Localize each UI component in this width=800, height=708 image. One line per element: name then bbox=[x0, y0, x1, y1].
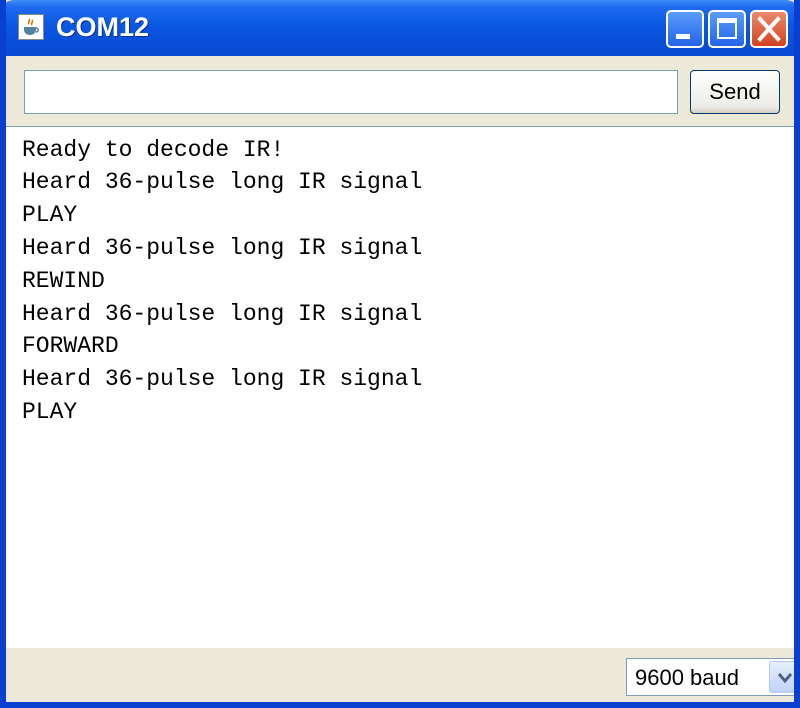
send-toolbar: Send bbox=[6, 56, 794, 126]
maximize-icon bbox=[717, 18, 737, 39]
serial-output[interactable]: Ready to decode IR! Heard 36-pulse long … bbox=[6, 126, 794, 648]
serial-monitor-window: COM12 Send Ready to decode IR! Heard 36-… bbox=[0, 0, 800, 708]
output-line: Heard 36-pulse long IR signal bbox=[22, 235, 423, 261]
maximize-button[interactable] bbox=[708, 10, 746, 48]
baud-rate-value: 9600 baud bbox=[635, 665, 739, 690]
output-line: FORWARD bbox=[22, 333, 119, 359]
window-title: COM12 bbox=[56, 12, 150, 42]
output-line: PLAY bbox=[22, 399, 78, 425]
output-line: Ready to decode IR! bbox=[22, 137, 285, 163]
minimize-button[interactable] bbox=[666, 10, 704, 48]
chevron-down-icon bbox=[777, 673, 793, 684]
output-line: PLAY bbox=[22, 202, 78, 228]
title-bar[interactable]: COM12 bbox=[6, 0, 794, 56]
java-coffee-cup-icon bbox=[18, 14, 44, 40]
output-line: REWIND bbox=[22, 268, 105, 294]
output-line: Heard 36-pulse long IR signal bbox=[22, 169, 423, 195]
output-line: Heard 36-pulse long IR signal bbox=[22, 366, 423, 392]
close-button[interactable] bbox=[750, 10, 788, 48]
output-line: Heard 36-pulse long IR signal bbox=[22, 301, 423, 327]
dropdown-button[interactable] bbox=[769, 661, 794, 693]
baud-rate-select[interactable]: 9600 baud bbox=[626, 658, 794, 696]
send-input[interactable] bbox=[24, 70, 678, 114]
status-bar: 9600 baud bbox=[6, 648, 794, 702]
close-icon bbox=[757, 16, 781, 42]
send-button[interactable]: Send bbox=[690, 70, 780, 114]
minimize-icon bbox=[676, 34, 690, 39]
